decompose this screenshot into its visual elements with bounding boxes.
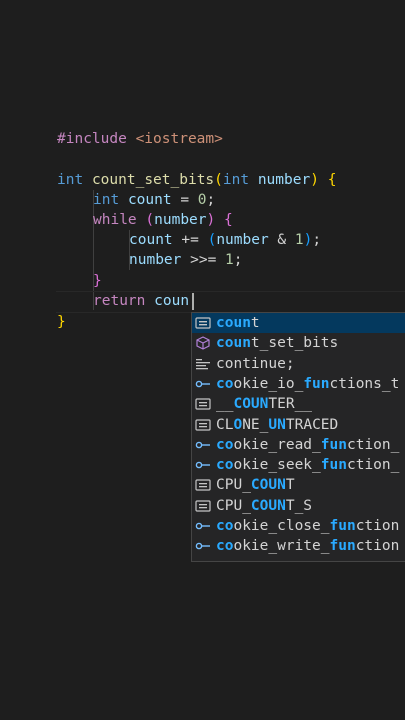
suggestion-label: __COUNTER__	[216, 396, 313, 413]
suggestion-item[interactable]: cookie_write_function	[192, 536, 405, 556]
code-line-loop-body-1[interactable]: count += (number & 1);	[129, 230, 321, 250]
field-icon	[195, 377, 211, 391]
suggestion-item[interactable]: continue;	[192, 354, 405, 374]
code-line-function-signature[interactable]: int count_set_bits(int number) {	[57, 170, 336, 190]
suggestion-item[interactable]: cookie_read_function_	[192, 435, 405, 455]
suggestion-label: count_set_bits	[216, 335, 339, 352]
cube-icon	[195, 336, 211, 350]
suggestion-label: cookie_write_function	[216, 538, 400, 555]
field-icon	[195, 458, 211, 472]
text-icon	[195, 478, 211, 492]
suggestion-item[interactable]: __COUNTER__	[192, 394, 405, 414]
field-icon	[195, 438, 211, 452]
code-line-declaration[interactable]: int count = 0;	[93, 190, 215, 210]
code-line-return[interactable]: return coun	[93, 291, 189, 311]
suggestion-item[interactable]: CLONE_UNTRACED	[192, 415, 405, 435]
suggestion-label: CPU_COUNT	[216, 477, 295, 494]
suggestion-item[interactable]: count_set_bits	[192, 333, 405, 353]
text-icon	[195, 418, 211, 432]
code-line-while[interactable]: while (number) {	[93, 210, 233, 230]
field-icon	[195, 519, 211, 533]
suggestion-label: continue;	[216, 355, 295, 372]
code-line-loop-body-2[interactable]: number >>= 1;	[129, 250, 243, 270]
keyword-icon	[195, 316, 211, 330]
suggestion-label: cookie_io_functions_t	[216, 375, 400, 392]
suggestion-item[interactable]: cookie_close_function	[192, 516, 405, 536]
suggestion-item[interactable]: cookie_io_functions_t	[192, 374, 405, 394]
suggestion-item[interactable]: cookie_seek_function_	[192, 455, 405, 475]
text-icon	[195, 397, 211, 411]
autocomplete-suggest-widget[interactable]: count count_set_bits continue; cookie_io_fu…	[191, 312, 405, 562]
suggestion-label: CLONE_UNTRACED	[216, 416, 339, 433]
suggestion-label: CPU_COUNT_S	[216, 497, 313, 514]
field-icon	[195, 539, 211, 553]
text-icon	[195, 499, 211, 513]
code-line-function-close[interactable]: }	[57, 312, 66, 332]
suggestion-label: count	[216, 315, 260, 331]
text-cursor	[192, 293, 194, 310]
suggestion-label: cookie_close_function	[216, 518, 400, 534]
suggestion-label: cookie_read_function_	[216, 436, 400, 453]
code-line-loop-close[interactable]: }	[93, 271, 102, 291]
suggestion-item[interactable]: CPU_COUNT_S	[192, 496, 405, 516]
suggestion-item[interactable]: count	[192, 313, 405, 333]
code-line-include[interactable]: #include <iostream>	[57, 129, 223, 149]
suggestion-label: cookie_seek_function_	[216, 457, 400, 474]
snippet-icon	[195, 357, 211, 371]
suggestion-item[interactable]: CPU_COUNT	[192, 475, 405, 495]
